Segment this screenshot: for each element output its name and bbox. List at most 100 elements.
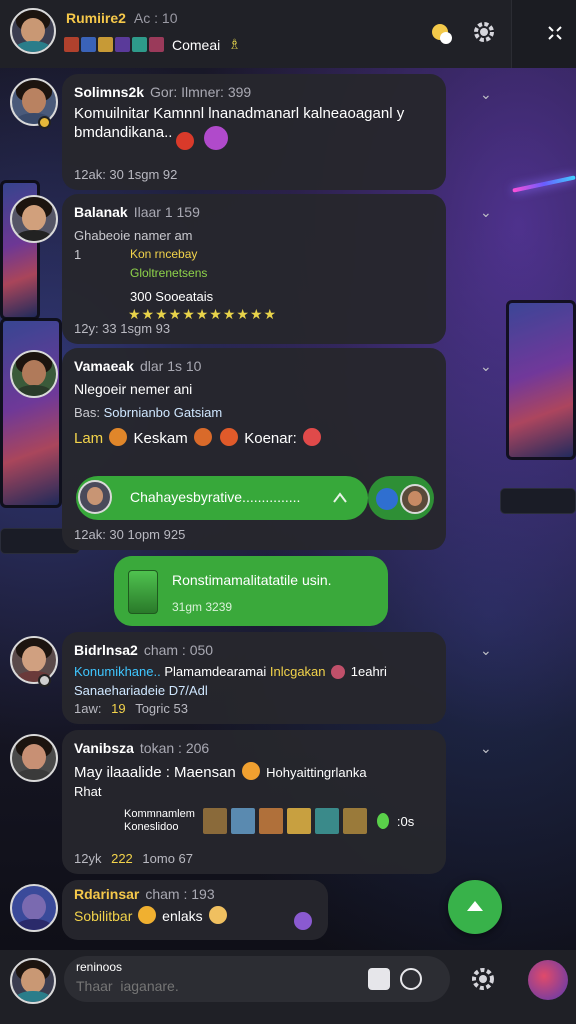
avatar-face <box>21 967 45 993</box>
message-line: Nlegoeir nemer ani <box>74 381 193 397</box>
footer-label: 12yk <box>74 851 102 866</box>
footer-label: 1aw: <box>74 701 102 716</box>
message-avatar[interactable] <box>10 636 58 684</box>
collapse-icon[interactable] <box>542 20 568 46</box>
chat-message[interactable]: Bidrlnsa2 cham : 050 Konumikhane.. Plamam… <box>62 632 446 724</box>
share-icon[interactable] <box>330 488 350 508</box>
message-avatar[interactable] <box>10 78 58 126</box>
sticker-tag: :0s <box>396 813 415 829</box>
message-avatar[interactable] <box>10 884 58 932</box>
settings-gear-icon[interactable] <box>470 18 498 46</box>
chevron-down-icon[interactable]: ⌄ <box>480 358 492 375</box>
chevron-down-icon[interactable]: ⌄ <box>480 86 492 103</box>
message-header: Vanibsza tokan : 206 <box>74 740 432 756</box>
avatar-face <box>21 204 47 232</box>
message-word: Koenar: <box>244 430 297 447</box>
game-thumb-icon <box>81 37 96 52</box>
theme-toggle-icon[interactable] <box>428 20 456 48</box>
thumbs-up-icon[interactable] <box>376 488 398 510</box>
send-icon <box>467 901 483 911</box>
message-line: Lam Keskam Koenar: <box>74 428 432 448</box>
chat-message[interactable]: Vanibsza tokan : 206 May ilaaalide : Maen… <box>62 730 446 874</box>
message-input-container[interactable]: reninoos <box>64 956 450 1002</box>
background-monitor-right <box>506 300 576 460</box>
sticker-thumb-icon[interactable] <box>202 808 227 834</box>
rating-stars: ★★★★★★★★★★★ <box>128 306 278 322</box>
message-header: Solimns2k Gor: Ilmner: 399 <box>74 84 432 100</box>
sticker-thumb-icon[interactable] <box>342 808 367 834</box>
message-line: Sanaehariadeie D7/Adl <box>74 683 208 698</box>
sticker-labels: Kommnamlem Koneslidoo <box>124 808 195 834</box>
message-meta: cham : 193 <box>145 886 215 902</box>
avatar-face <box>21 359 47 387</box>
game-thumb-icon <box>98 37 113 52</box>
chat-message[interactable]: Balanak Ilaar 1 159 Ghabeoie namer am 1 K… <box>62 194 446 344</box>
message-avatar[interactable] <box>10 734 58 782</box>
message-meta: cham : 050 <box>143 642 214 658</box>
header-time: Ac : 10 <box>133 10 178 26</box>
chevron-down-icon[interactable]: ⌄ <box>480 642 492 659</box>
emoji-picker-icon[interactable] <box>400 968 422 990</box>
outgoing-time: 31gm 3239 <box>172 600 233 614</box>
community-label[interactable]: Comeai <box>172 37 220 53</box>
message-avatar[interactable] <box>10 195 58 243</box>
voice-gear-icon[interactable] <box>470 966 496 992</box>
emoji-icon <box>109 428 128 446</box>
message-line: May ilaaalide : Maensan Hohyaittingrlank… <box>74 762 432 782</box>
rank-badge-icon <box>38 674 51 687</box>
outgoing-attachment-icon <box>128 570 158 614</box>
sticker-icon[interactable] <box>368 968 390 990</box>
message-green-line: Gloltrenetsens <box>130 266 208 280</box>
message-line: Rhat <box>74 784 102 799</box>
message-highlight: Lam <box>74 430 104 447</box>
message-line: Sobilitbar enlaks <box>74 906 314 926</box>
composer-label: reninoos <box>76 960 123 974</box>
message-author: Bidrlnsa2 <box>74 642 138 658</box>
fire-emoji-icon <box>176 132 194 150</box>
reply-target-avatar[interactable] <box>400 484 430 514</box>
sticker-thumb-icon[interactable] <box>258 808 283 834</box>
sticker-thumb-icon[interactable] <box>314 808 339 834</box>
compose-fab-button[interactable] <box>448 880 502 934</box>
outgoing-message[interactable]: Ronstimamalitatatile usin. 31gm 3239 <box>114 556 388 626</box>
message-word: May ilaaalide : Maensan <box>74 764 236 781</box>
message-footer: 12ak: 30 1opm 925 <box>74 527 186 542</box>
game-thumb-icon <box>149 37 164 52</box>
reply-pill[interactable]: Chahayesbyrative............... <box>76 476 368 520</box>
chat-message[interactable]: Rdarinsar cham : 193 Sobilitbar enlaks <box>62 880 328 940</box>
message-input[interactable] <box>76 978 356 994</box>
avatar-body <box>15 229 53 241</box>
message-footer: 1aw: 19 Togric 53 <box>74 701 188 716</box>
profile-quick-button[interactable] <box>528 960 568 1000</box>
rank-badge-icon <box>38 116 51 129</box>
chat-message[interactable]: Solimns2k Gor: Ilmner: 399 Komuilnitar Ka… <box>62 74 446 190</box>
composer-avatar[interactable] <box>10 958 56 1004</box>
sticker-thumb-icon[interactable] <box>286 808 311 834</box>
background-monitor-left <box>0 318 62 508</box>
footer-count: 222 <box>111 851 133 866</box>
message-author: Vanibsza <box>74 740 134 756</box>
message-link[interactable]: Sobrnianbo Gatsiam <box>104 405 223 420</box>
avatar-face <box>21 893 47 921</box>
message-link[interactable]: Konumikhane.. <box>74 664 161 679</box>
chevron-down-icon[interactable]: ⌄ <box>480 204 492 221</box>
avatar-face <box>21 743 47 771</box>
message-highlight: Inlcgakan <box>269 664 326 679</box>
emoji-icon <box>241 762 260 780</box>
message-author: Vamaeak <box>74 358 134 374</box>
message-header: Rdarinsar cham : 193 <box>74 886 314 902</box>
sticker-thumb-icon[interactable] <box>230 808 255 834</box>
message-avatar[interactable] <box>10 350 58 398</box>
avatar-body <box>15 918 53 930</box>
reply-text: Chahayesbyrative............... <box>130 489 301 505</box>
message-header: Bidrlnsa2 cham : 050 <box>74 642 432 658</box>
chevron-down-icon[interactable]: ⌄ <box>480 740 492 757</box>
header-avatar[interactable] <box>10 8 56 54</box>
game-thumb-icon <box>132 37 147 52</box>
header-subtitle: Comeai ♗ <box>64 36 241 53</box>
message-footer: 12y: 33 1sgm 93 <box>74 321 171 336</box>
message-green-line: Kon rncebay <box>130 247 198 261</box>
message-text: Komuilnitar Kamnnl lnanadmanarl kalneaoa… <box>74 105 405 141</box>
header-name: Rumiire2 <box>66 10 126 26</box>
monster-emoji-icon <box>204 126 228 150</box>
